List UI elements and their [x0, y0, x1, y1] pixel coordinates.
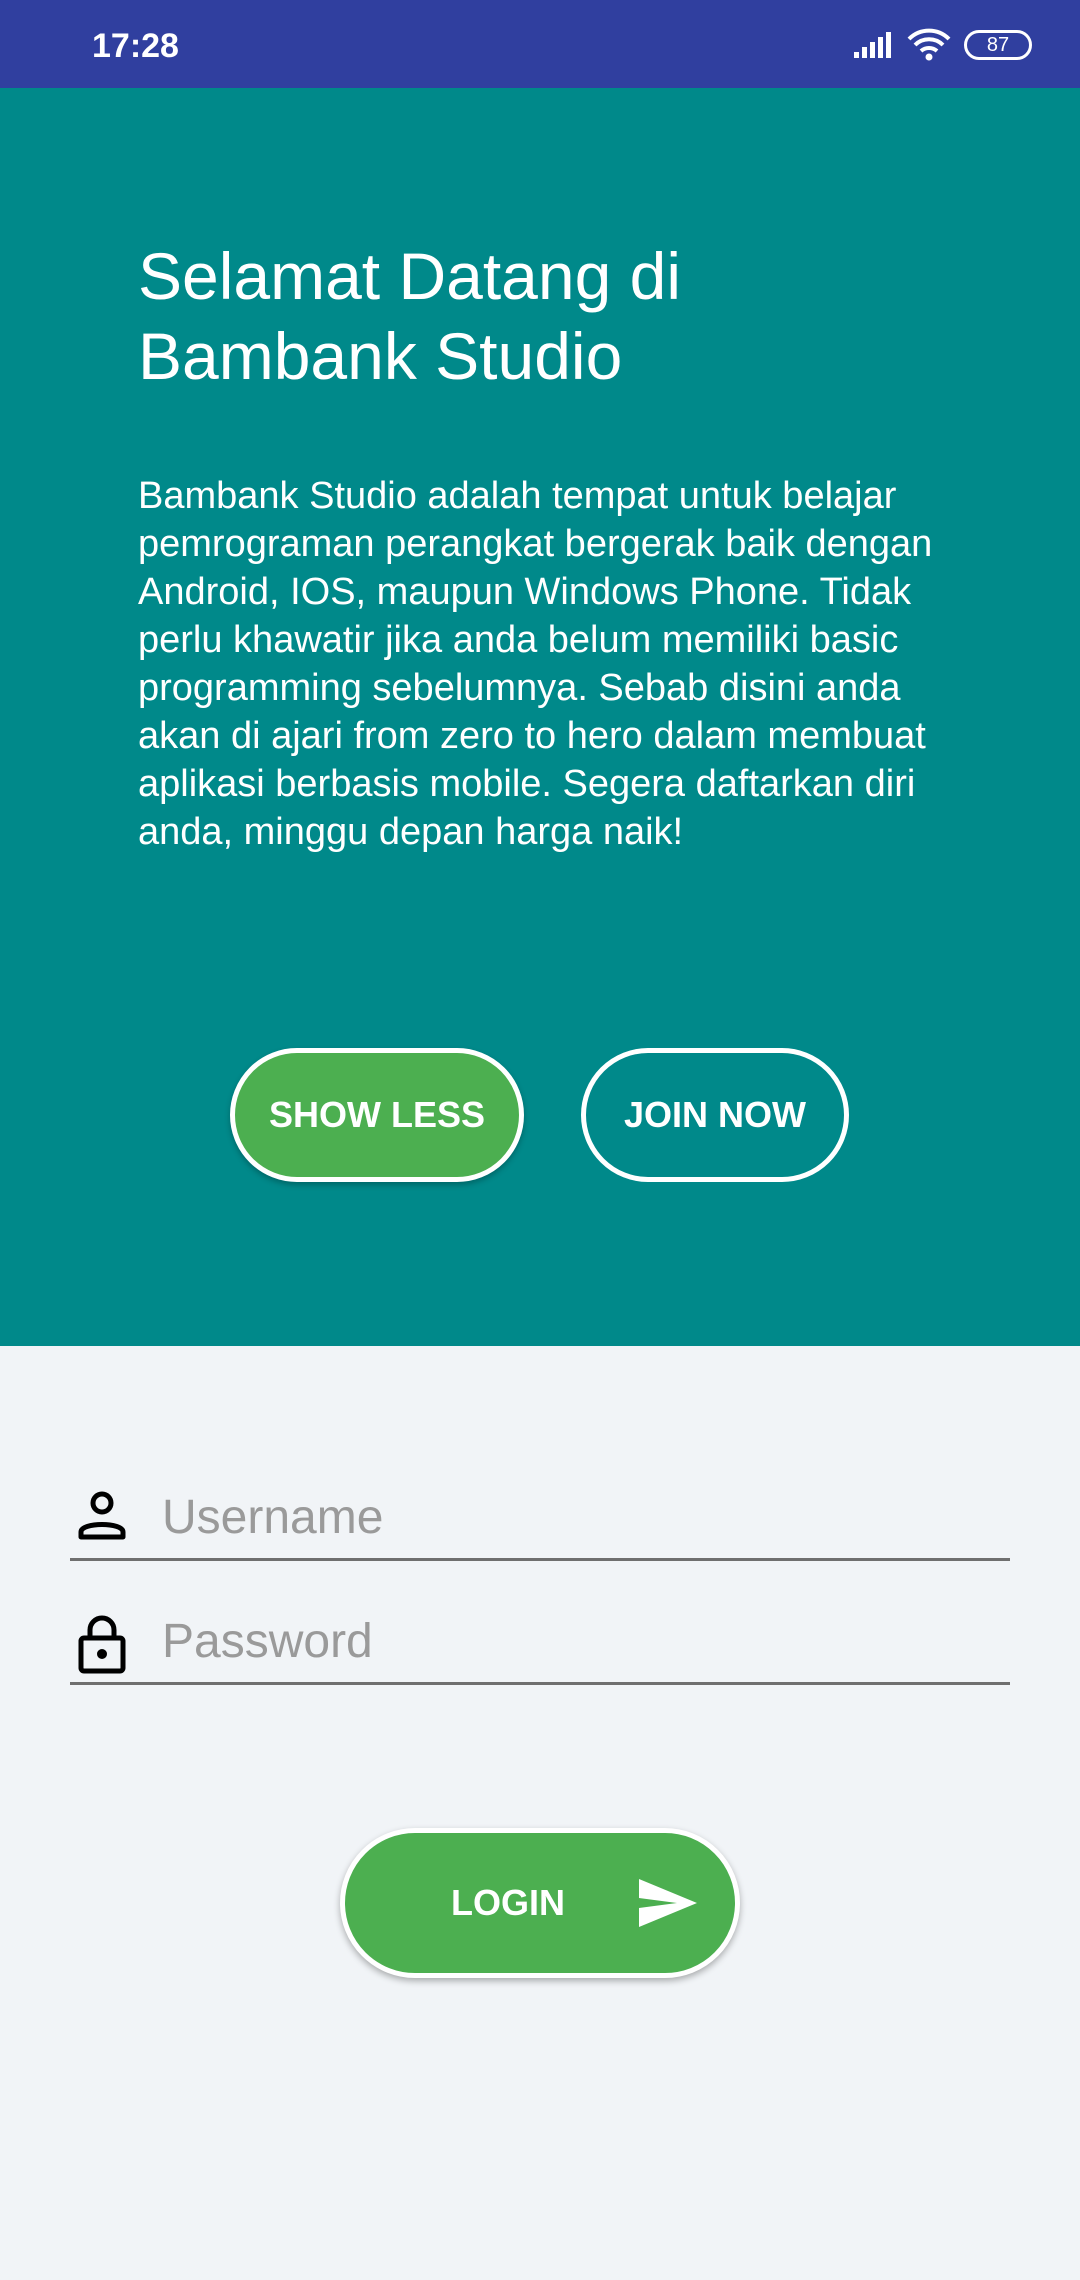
join-now-label: JOIN NOW: [623, 1094, 806, 1135]
wifi-icon: [907, 28, 951, 61]
login-label: LOGIN: [451, 1882, 565, 1923]
status-icons: 87: [852, 24, 1032, 66]
hero-description: Bambank Studio adalah tempat untuk belaj…: [138, 475, 933, 853]
username-field: [70, 1474, 1010, 1561]
battery-level: 87: [986, 34, 1010, 56]
send-icon: [639, 1879, 697, 1927]
password-input[interactable]: [162, 1606, 982, 1676]
show-less-button[interactable]: SHOW LESS: [230, 1048, 524, 1182]
welcome-hero: Selamat Datang di Bambank Studio Bambank…: [0, 88, 1080, 1346]
password-field: [70, 1598, 1010, 1685]
status-bar: 17:28 87: [0, 0, 1080, 88]
status-time: 17:28: [92, 27, 179, 65]
signal-icon: [854, 32, 891, 58]
show-less-label: SHOW LESS: [268, 1094, 486, 1135]
username-input[interactable]: [162, 1482, 982, 1552]
hero-title: Selamat Datang di Bambank Studio: [138, 239, 681, 393]
person-icon: [78, 1491, 126, 1540]
login-button[interactable]: LOGIN: [340, 1828, 740, 1978]
lock-icon: [78, 1615, 126, 1674]
battery-icon: 87: [964, 30, 1032, 60]
join-now-button[interactable]: JOIN NOW: [581, 1048, 849, 1182]
